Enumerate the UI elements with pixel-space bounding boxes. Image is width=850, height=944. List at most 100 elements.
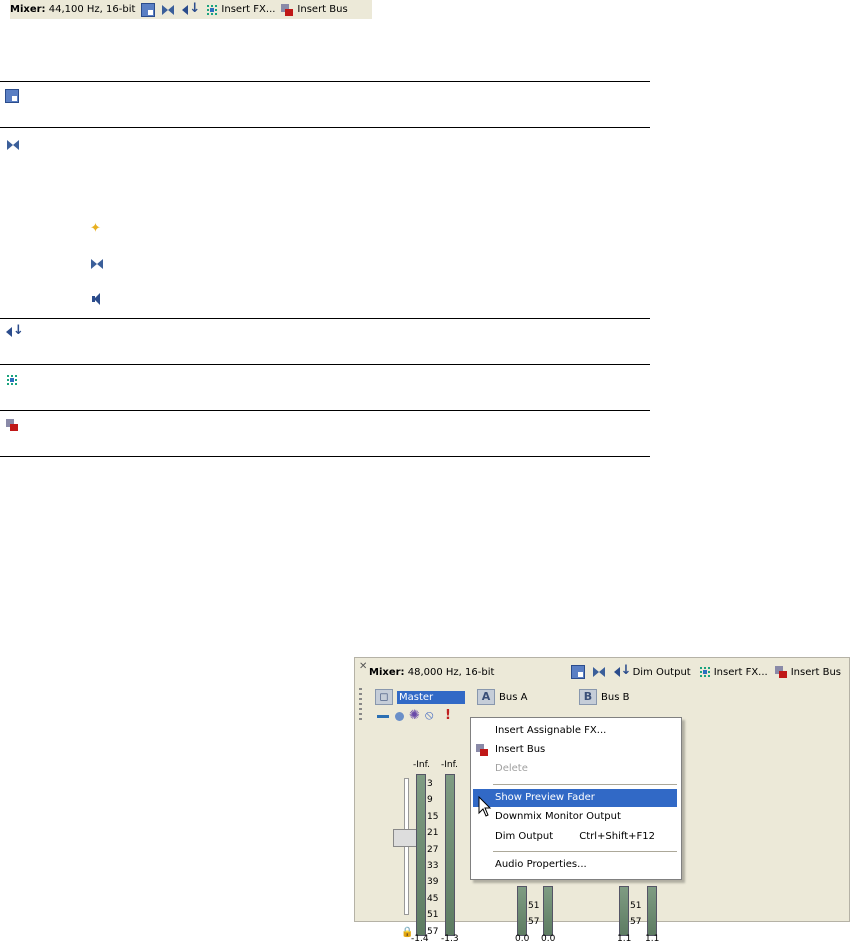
- speaker-icon: [90, 292, 104, 306]
- scale-label: 21: [427, 828, 439, 839]
- insert-fx-icon: [205, 3, 219, 17]
- peak-left: -Inf.: [413, 760, 430, 770]
- bus-b-name[interactable]: Bus B: [601, 692, 629, 703]
- menu-item-label: Downmix Monitor Output: [495, 811, 621, 822]
- menu-item-downmix-monitor-output[interactable]: Downmix Monitor Output: [473, 808, 677, 826]
- downmix-icon: [6, 138, 20, 152]
- dim-output-button[interactable]: Dim Output: [613, 663, 691, 679]
- dim-output-icon: [613, 663, 631, 679]
- toolbar-format: 44,100 Hz, 16-bit: [48, 4, 136, 15]
- insert-bus-icon: [281, 3, 295, 17]
- insert-fx-label: Insert FX...: [221, 4, 276, 15]
- mouse-cursor-icon: [478, 796, 492, 817]
- table-divider: [0, 318, 650, 319]
- scale-label: 39: [427, 877, 439, 888]
- bus-a-name[interactable]: Bus A: [499, 692, 527, 703]
- meter-scale: 51 57: [630, 898, 648, 931]
- level-left: -1.4: [411, 934, 429, 944]
- fx-icon[interactable]: [409, 708, 422, 723]
- toolbar-title: Mixer: 44,100 Hz, 16-bit: [10, 4, 135, 15]
- dim-output-icon[interactable]: [181, 1, 200, 17]
- meter-scale: 3 9 15 21 27 33 39 45 51 57: [427, 776, 445, 940]
- insert-bus-label: Insert Bus: [297, 4, 348, 15]
- table-divider: [0, 127, 650, 128]
- table-divider: [0, 81, 650, 82]
- routing-icon[interactable]: [377, 710, 390, 723]
- scale-label: 57: [630, 917, 642, 928]
- menu-item-label: Dim Output: [495, 831, 554, 842]
- level-left: 1.1: [617, 934, 632, 944]
- mixer-tools: Dim Output Insert FX... Insert Bus: [570, 663, 841, 679]
- menu-item-label: Delete: [495, 763, 528, 774]
- properties-icon[interactable]: [570, 665, 585, 679]
- table-divider: [0, 410, 650, 411]
- insert-fx-button[interactable]: Insert FX...: [205, 3, 275, 17]
- scale-label: 33: [427, 861, 439, 872]
- scale-label: 51: [427, 910, 439, 921]
- menu-item-label: Audio Properties...: [495, 859, 587, 870]
- meter-right: [445, 774, 455, 936]
- mixer-toolbar-strip: Mixer: 44,100 Hz, 16-bit Insert FX... In…: [10, 0, 372, 19]
- solo-icon[interactable]: [441, 708, 454, 723]
- menu-separator: [493, 851, 677, 852]
- insert-fx-icon: [698, 665, 712, 679]
- insert-bus-icon: [476, 743, 490, 757]
- bus-b-header: B Bus B: [579, 689, 629, 705]
- table-divider: [0, 456, 650, 457]
- level-right: -1.3: [441, 934, 459, 944]
- dim-output-label: Dim Output: [632, 666, 691, 678]
- meter-left: [416, 774, 426, 936]
- insert-bus-label: Insert Bus: [790, 666, 841, 678]
- insert-bus-button[interactable]: Insert Bus: [774, 665, 841, 679]
- master-icon[interactable]: ◻: [375, 689, 393, 705]
- dim-output-icon: [5, 323, 24, 339]
- meter-left: [619, 886, 629, 936]
- master-name[interactable]: Master: [397, 690, 465, 704]
- menu-item-label: Show Preview Fader: [495, 792, 595, 803]
- scale-label: 15: [427, 811, 439, 822]
- menu-separator: [493, 784, 677, 785]
- preview-fader-icon: [89, 221, 103, 237]
- level-right: 1.1: [645, 934, 660, 944]
- plugin-chain-icon[interactable]: [393, 710, 406, 723]
- menu-item-label: Insert Bus: [495, 744, 546, 755]
- menu-item-audio-properties[interactable]: Audio Properties...: [473, 856, 677, 874]
- properties-icon[interactable]: [141, 2, 156, 17]
- peak-right: -Inf.: [441, 760, 458, 770]
- menu-item-show-preview-fader[interactable]: Show Preview Fader: [473, 789, 677, 807]
- context-menu: Insert Assignable FX... Insert Bus Delet…: [470, 717, 682, 880]
- bus-b-icon[interactable]: B: [579, 689, 597, 705]
- mixer-format: 48,000 Hz, 16-bit: [407, 667, 495, 678]
- close-icon[interactable]: ✕: [359, 661, 367, 672]
- mute-icon[interactable]: [425, 708, 438, 723]
- menu-item-delete: Delete: [473, 760, 677, 778]
- menu-item-insert-assignable-fx[interactable]: Insert Assignable FX...: [473, 722, 677, 740]
- meter-right: [543, 886, 553, 936]
- meter-right: [647, 886, 657, 936]
- grip-handle[interactable]: [359, 688, 362, 722]
- properties-icon: [5, 89, 19, 103]
- insert-fx-icon: [5, 373, 19, 387]
- downmix-icon[interactable]: [592, 665, 606, 679]
- menu-item-label: Insert Assignable FX...: [495, 725, 607, 736]
- mixer-title: Mixer: 48,000 Hz, 16-bit: [369, 667, 494, 678]
- level-right: 0.0: [541, 934, 556, 944]
- scale-label: 27: [427, 844, 439, 855]
- downmix-icon: [90, 257, 104, 271]
- bus-a-header: A Bus A: [477, 689, 527, 705]
- insert-fx-button[interactable]: Insert FX...: [698, 665, 768, 679]
- table-divider: [0, 364, 650, 365]
- master-controls: [377, 708, 454, 723]
- scale-label: 9: [427, 795, 433, 806]
- scale-label: 51: [630, 901, 642, 911]
- downmix-icon[interactable]: [161, 3, 175, 17]
- menu-item-dim-output[interactable]: Dim Output Ctrl+Shift+F12: [473, 828, 677, 846]
- menu-item-insert-bus[interactable]: Insert Bus: [473, 741, 677, 759]
- insert-bus-button[interactable]: Insert Bus: [281, 3, 348, 17]
- level-left: 0.0: [515, 934, 530, 944]
- scale-label: 3: [427, 779, 433, 789]
- insert-bus-icon: [6, 418, 20, 432]
- menu-item-shortcut: Ctrl+Shift+F12: [579, 831, 655, 842]
- mixer-title-label: Mixer:: [369, 667, 405, 678]
- bus-a-icon[interactable]: A: [477, 689, 495, 705]
